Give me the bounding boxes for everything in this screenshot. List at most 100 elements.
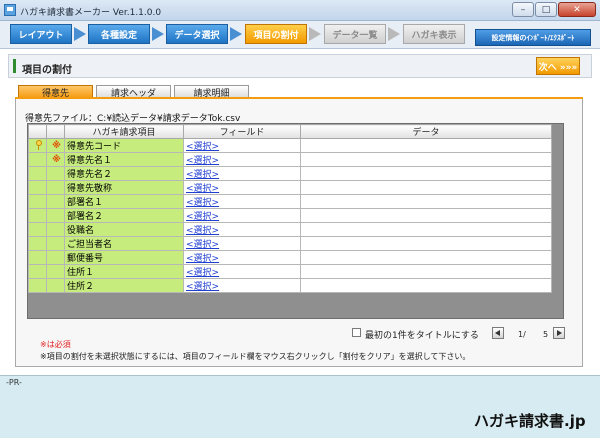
key-cell: [28, 152, 47, 167]
next-button[interactable]: 次へ »»»: [536, 57, 580, 75]
field-select-link[interactable]: <選択>: [186, 156, 219, 166]
key-cell: [28, 166, 47, 181]
next-page-button[interactable]: [553, 327, 565, 339]
item-cell: 郵便番号: [64, 250, 184, 265]
minimize-button[interactable]: –: [512, 2, 534, 17]
field-cell: <選択>: [183, 194, 301, 209]
data-cell: [300, 208, 552, 223]
field-cell: <選択>: [183, 250, 301, 265]
page-title: 項目の割付: [22, 65, 72, 76]
arrow-right-icon: [74, 27, 86, 41]
key-cell: [28, 194, 47, 209]
field-select-link[interactable]: <選択>: [186, 212, 219, 222]
data-cell: [300, 138, 552, 153]
step-settings[interactable]: 各種設定: [88, 24, 150, 44]
field-cell: <選択>: [183, 208, 301, 223]
field-cell: <選択>: [183, 278, 301, 293]
field-cell: <選択>: [183, 222, 301, 237]
table-row: 住所１ <選択>: [28, 264, 552, 279]
window-controls: – □ ✕: [511, 2, 596, 18]
field-cell: <選択>: [183, 166, 301, 181]
table-header-row: ハガキ請求項目 フィールド データ: [28, 124, 552, 139]
required-cell: [46, 250, 65, 265]
arrow-right-icon: [152, 27, 164, 41]
data-cell: [300, 194, 552, 209]
page-current: 1/: [518, 330, 526, 339]
field-select-link[interactable]: <選択>: [186, 170, 219, 180]
field-select-link[interactable]: <選択>: [186, 226, 219, 236]
field-cell: <選択>: [183, 236, 301, 251]
key-icon: [35, 140, 43, 151]
required-cell: [46, 236, 65, 251]
field-select-link[interactable]: <選択>: [186, 184, 219, 194]
field-cell: <選択>: [183, 180, 301, 195]
field-select-link[interactable]: <選択>: [186, 198, 219, 208]
table-row: 得意先名２ <選択>: [28, 166, 552, 181]
key-cell: [28, 222, 47, 237]
data-cell: [300, 180, 552, 195]
section-marker: [13, 59, 16, 73]
field-select-link[interactable]: <選択>: [186, 240, 219, 250]
page-total: 5: [543, 330, 549, 339]
item-cell: 得意先コード: [64, 138, 184, 153]
step-data-select[interactable]: データ選択: [166, 24, 228, 44]
key-cell: [28, 138, 47, 153]
required-cell: ※: [46, 152, 65, 167]
arrow-right-icon: [309, 27, 321, 41]
field-select-link[interactable]: <選択>: [186, 142, 219, 152]
table-row: 役職名 <選択>: [28, 222, 552, 237]
item-cell: 部署名１: [64, 194, 184, 209]
field-select-link[interactable]: <選択>: [186, 282, 219, 292]
pr-label: -PR-: [6, 378, 22, 387]
table-row: 部署名２ <選択>: [28, 208, 552, 223]
title-row-checkbox[interactable]: [352, 328, 361, 337]
help-note: ※項目の割付を未選択状態にするには、項目のフィールド欄をマウス右クリックし「割付…: [40, 352, 471, 361]
field-select-link[interactable]: <選択>: [186, 254, 219, 264]
step-field-mapping[interactable]: 項目の割付: [245, 24, 307, 44]
item-cell: 役職名: [64, 222, 184, 237]
table-row: 住所２ <選択>: [28, 278, 552, 293]
required-cell: [46, 180, 65, 195]
col-header-data: データ: [300, 124, 552, 139]
close-button[interactable]: ✕: [558, 2, 596, 17]
arrow-right-icon: [230, 27, 242, 41]
table-row: 郵便番号 <選択>: [28, 250, 552, 265]
prev-page-button[interactable]: [492, 327, 504, 339]
step-navigation: レイアウト 各種設定 データ選択 項目の割付 データ一覧 ハガキ表示 設定情報の…: [0, 21, 600, 49]
brand-logo-text: ハガキ請求書.jp: [474, 412, 586, 430]
arrow-right-icon: [388, 27, 400, 41]
table-row: 得意先敬称 <選択>: [28, 180, 552, 195]
required-note: ※は必須: [40, 340, 71, 349]
data-cell: [300, 152, 552, 167]
key-cell: [28, 180, 47, 195]
section-header: 項目の割付: [8, 54, 592, 78]
mapping-table: ハガキ請求項目 フィールド データ ※ 得意先コード <選択> ※ 得意先名１ <選択> 得…: [28, 124, 552, 293]
field-select-link[interactable]: <選択>: [186, 268, 219, 278]
step-layout[interactable]: レイアウト: [10, 24, 72, 44]
tab-underline: [15, 97, 583, 99]
data-cell: [300, 250, 552, 265]
table-row: ※ 得意先コード <選択>: [28, 138, 552, 153]
data-cell: [300, 236, 552, 251]
table-row: ※ 得意先名１ <選択>: [28, 152, 552, 167]
table-body: ※ 得意先コード <選択> ※ 得意先名１ <選択> 得意先名２ <選択> 得意先敬称 <選択> 部…: [28, 138, 552, 293]
field-cell: <選択>: [183, 138, 301, 153]
item-cell: 得意先名１: [64, 152, 184, 167]
col-header-item: ハガキ請求項目: [64, 124, 184, 139]
required-mark: ※: [52, 154, 61, 165]
col-header-key: [28, 124, 47, 139]
key-cell: [28, 278, 47, 293]
key-cell: [28, 264, 47, 279]
col-header-required: [46, 124, 65, 139]
item-cell: 得意先敬称: [64, 180, 184, 195]
settings-import-export-button[interactable]: 設定情報のｲﾝﾎﾟｰﾄ/ｴｸｽﾎﾟｰﾄ: [475, 29, 591, 46]
data-cell: [300, 222, 552, 237]
title-row-checkbox-label: 最初の1件をタイトルにする: [365, 331, 479, 341]
item-cell: 得意先名２: [64, 166, 184, 181]
maximize-button[interactable]: □: [535, 2, 557, 17]
required-cell: [46, 194, 65, 209]
step-postcard-view: ハガキ表示: [403, 24, 465, 44]
required-cell: [46, 278, 65, 293]
required-cell: [46, 208, 65, 223]
key-cell: [28, 236, 47, 251]
